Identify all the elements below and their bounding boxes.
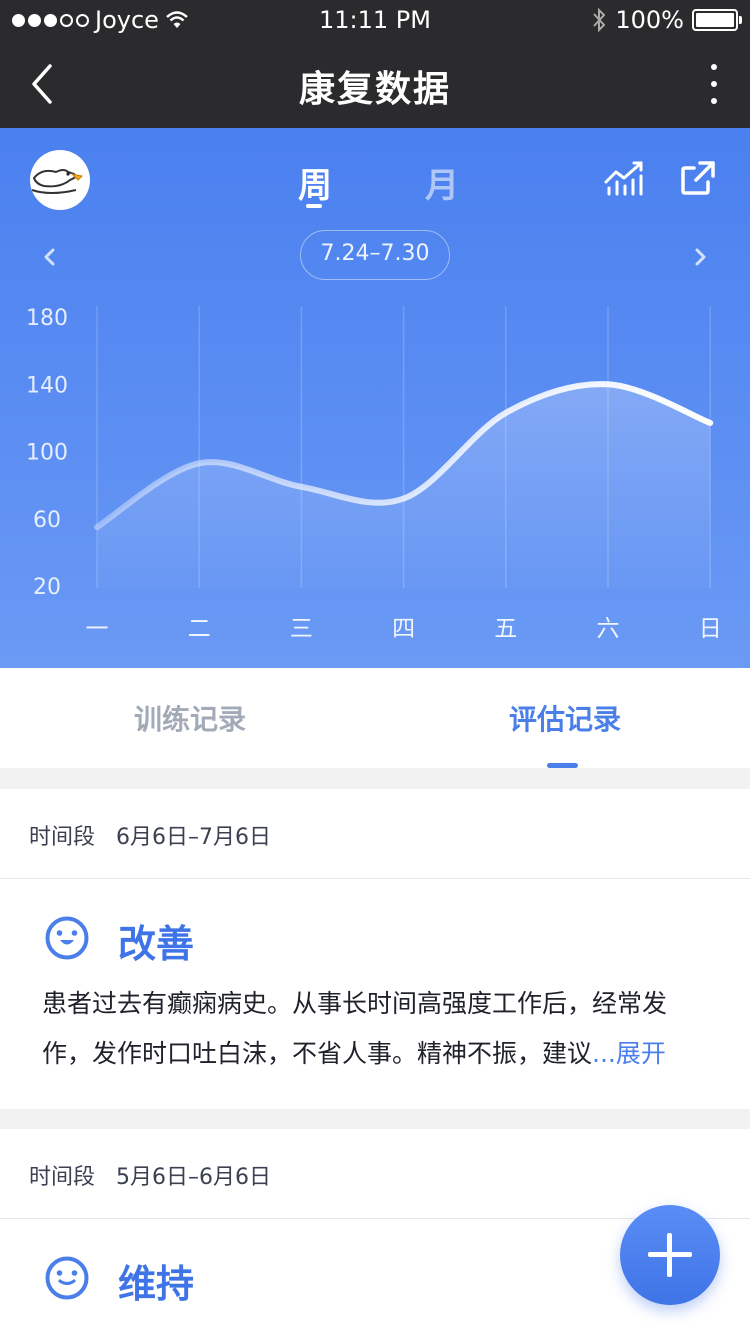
y-tick-label: 60 bbox=[33, 508, 61, 533]
record-tabs: 训练记录 评估记录 bbox=[0, 668, 750, 768]
period-label: 时间段 bbox=[29, 1165, 96, 1190]
description-line: 作，发作时口吐白沫，不省人事。精神不振，建议...展开 bbox=[42, 1029, 732, 1079]
x-tick-label: 六 bbox=[597, 616, 620, 642]
tab-month[interactable]: 月 bbox=[425, 158, 459, 207]
battery-percent: 100% bbox=[615, 6, 684, 34]
y-tick-label: 20 bbox=[33, 575, 61, 600]
x-tick-label: 三 bbox=[290, 616, 313, 642]
description-text: 作，发作时口吐白沫，不省人事。精神不振，建议 bbox=[42, 1039, 593, 1068]
period-indicator bbox=[306, 204, 322, 208]
next-range-button[interactable] bbox=[686, 242, 714, 272]
expand-link[interactable]: ...展开 bbox=[592, 1039, 666, 1068]
tab-indicator bbox=[547, 763, 578, 768]
description-line: 患者过去有癫痫病史。从事长时间高强度工作后，经常发 bbox=[42, 989, 668, 1018]
bluetooth-icon bbox=[593, 7, 606, 33]
trend-chart-icon[interactable] bbox=[603, 158, 645, 198]
x-tick-label: 四 bbox=[392, 616, 415, 642]
period-value: 6月6日–7月6日 bbox=[116, 825, 272, 850]
record-period: 时间段 6月6日–7月6日 bbox=[29, 819, 271, 851]
share-icon[interactable] bbox=[678, 158, 718, 198]
y-tick-label: 140 bbox=[26, 373, 68, 398]
record-description: 患者过去有癫痫病史。从事长时间高强度工作后，经常发 作，发作时口吐白沫，不省人事… bbox=[42, 979, 732, 1079]
x-tick-label: 一 bbox=[86, 616, 109, 642]
period-label: 时间段 bbox=[29, 825, 96, 850]
rehab-line-chart: 20 60 100 140 180 一 二 三 四 五 六 日 bbox=[26, 306, 722, 642]
x-tick-label: 五 bbox=[494, 616, 517, 642]
more-button[interactable] bbox=[702, 60, 726, 108]
smile-face-icon bbox=[45, 1256, 89, 1300]
x-tick-label: 日 bbox=[699, 616, 722, 642]
date-range-pill[interactable]: 7.24–7.30 bbox=[300, 230, 450, 280]
add-record-button[interactable] bbox=[620, 1205, 720, 1305]
prev-range-button[interactable] bbox=[36, 242, 64, 272]
record-status: 改善 bbox=[118, 922, 195, 966]
tab-training-records[interactable]: 训练记录 bbox=[134, 698, 246, 738]
tab-assessment-records[interactable]: 评估记录 bbox=[509, 698, 621, 738]
smile-face-icon bbox=[45, 916, 89, 960]
divider bbox=[0, 878, 750, 879]
x-tick-label: 二 bbox=[188, 616, 211, 642]
nav-bar: 康复数据 bbox=[0, 40, 750, 128]
period-value: 5月6日–6月6日 bbox=[116, 1165, 272, 1190]
record-card[interactable]: 时间段 6月6日–7月6日 改善 患者过去有癫痫病史。从事长时间高强度工作后，经… bbox=[0, 789, 750, 1109]
battery-icon bbox=[692, 9, 742, 31]
status-bar: Joyce 11:11 PM 100% bbox=[0, 0, 750, 40]
record-status: 维持 bbox=[118, 1262, 195, 1306]
status-right: 100% bbox=[591, 6, 742, 34]
tab-week[interactable]: 周 bbox=[298, 158, 332, 207]
record-period: 时间段 5月6日–6月6日 bbox=[29, 1159, 271, 1191]
goose-avatar-icon[interactable] bbox=[30, 150, 90, 210]
page-title: 康复数据 bbox=[298, 69, 451, 110]
stats-header: 周 月 7.24–7.30 20 60 100 140 180 一 二 三 四 … bbox=[0, 128, 750, 668]
more-vertical-icon bbox=[711, 64, 717, 70]
y-tick-label: 100 bbox=[26, 441, 68, 466]
y-tick-label: 180 bbox=[26, 306, 68, 331]
